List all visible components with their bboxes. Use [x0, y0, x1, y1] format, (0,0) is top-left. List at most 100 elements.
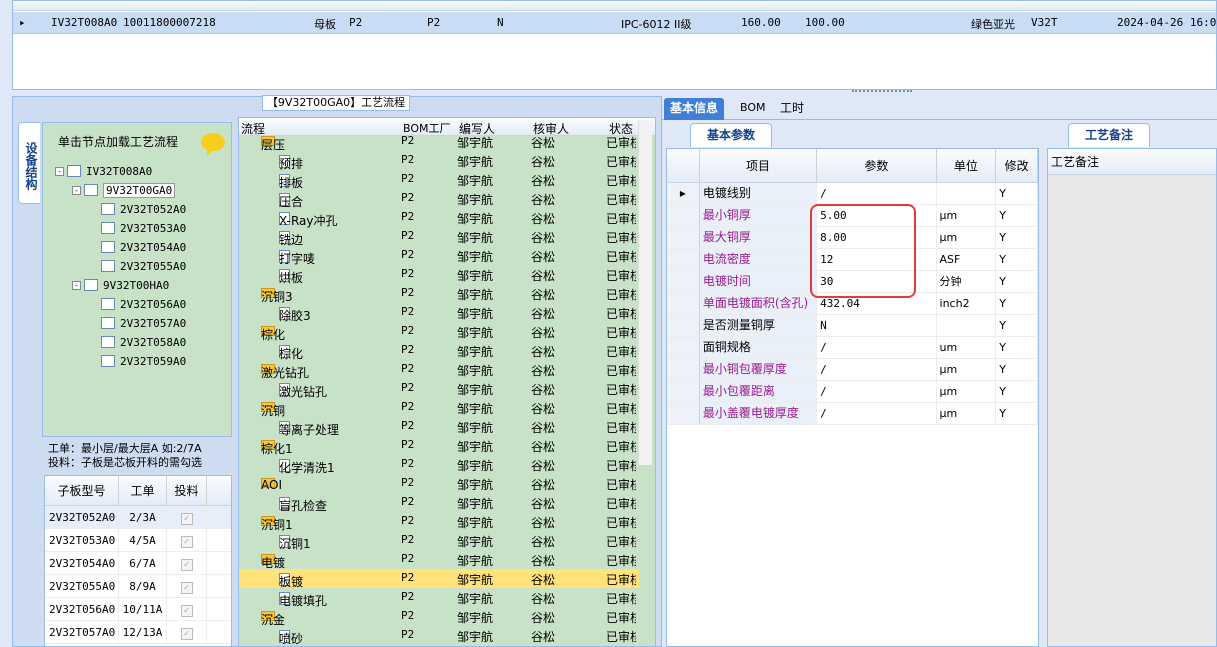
table-row[interactable]: 2V32T055A0 8/9A ✓ — [45, 575, 231, 598]
collapse-toggle-icon[interactable]: - — [72, 280, 81, 290]
process-row[interactable]: 铣边P2邹宇航谷松已审核 — [239, 227, 639, 247]
tab-basic-params[interactable]: 基本参数 — [690, 123, 773, 147]
tree-node[interactable]: - 9V32T00GA0 — [72, 182, 176, 198]
tab-work-hours[interactable]: 工时 — [774, 98, 810, 120]
subboard-grid-header: 子板型号 工单 投料 — [45, 476, 231, 506]
col-feed[interactable]: 投料 — [167, 476, 207, 505]
cell-param-value[interactable]: / — [817, 337, 937, 358]
process-row[interactable]: 激光钻孔P2邹宇航谷松已审核 — [239, 379, 639, 399]
process-row[interactable]: AOI P2 邹宇航 谷松 已审核 — [239, 474, 639, 493]
cell-modify: Y — [996, 359, 1038, 380]
collapse-toggle-icon[interactable]: - — [72, 185, 81, 195]
tree-node[interactable]: 2V32T057A0 — [89, 315, 186, 331]
checkbox[interactable]: ✓ — [180, 513, 193, 525]
cell-unit: inch2 — [937, 293, 997, 314]
tree-node[interactable]: 2V32T056A0 — [89, 296, 186, 312]
process-row[interactable]: 电镀填孔P2邹宇航谷松已审核 — [239, 588, 639, 608]
process-row[interactable]: 喷砂 P2 邹宇航 谷松 已审核 — [239, 626, 639, 646]
process-row[interactable]: 压合P2邹宇航谷松已审核 — [239, 189, 639, 209]
process-row[interactable]: 等离子处理P2邹宇航谷松已审核 — [239, 417, 639, 437]
cell-writer: 邹宇航 — [457, 497, 494, 511]
param-row[interactable]: 最小包覆距离 / μm Y — [667, 381, 1038, 403]
cell-number: 10011800007218 — [123, 16, 216, 29]
col-order[interactable]: 工单 — [119, 476, 167, 505]
top-grid-row[interactable]: ▸ IV32T008A0 10011800007218 母板 P2 P2 N I… — [13, 12, 1217, 34]
cell-subboard-model: 2V32T055A0 — [45, 575, 119, 597]
tree-node[interactable]: 2V32T055A0 — [89, 258, 186, 274]
process-scrollbar[interactable] — [638, 120, 652, 465]
col-param[interactable]: 参数 — [817, 149, 937, 182]
cell-item: 是否测量铜厚 — [699, 315, 818, 336]
cell-status: 已审核 — [606, 554, 636, 568]
table-row[interactable]: 2V32T054A0 6/7A ✓ — [45, 552, 231, 575]
process-row[interactable]: 盲孔检查P2邹宇航谷松已审核 — [239, 493, 639, 513]
col-modify[interactable]: 修改 — [996, 149, 1038, 182]
param-row[interactable]: 面铜规格 / um Y — [667, 337, 1038, 359]
process-row[interactable]: 棕化1P2邹宇航谷松已审核 — [239, 436, 639, 456]
tree-node-label: 2V32T059A0 — [120, 354, 187, 368]
tab-bom[interactable]: BOM — [734, 98, 772, 120]
process-row[interactable]: 棕化P2邹宇航谷松已审核 — [239, 341, 639, 361]
cell-param-value[interactable]: N — [817, 315, 937, 336]
cell-param-value[interactable]: / — [817, 359, 937, 380]
process-row[interactable]: 沉铜1P2邹宇航谷松已审核 — [239, 512, 639, 532]
cell-param-value[interactable]: / — [817, 183, 937, 204]
col-unit[interactable]: 单位 — [937, 149, 997, 182]
row-indicator — [667, 315, 700, 336]
process-row[interactable]: 沉金P2邹宇航谷松已审核 — [239, 607, 639, 627]
tree-node[interactable]: - IV32T008A0 — [55, 163, 152, 179]
col-subboard-model[interactable]: 子板型号 — [45, 476, 119, 505]
process-row[interactable]: 打字唛P2邹宇航谷松已审核 — [239, 246, 639, 266]
param-row[interactable]: 最小盖覆电镀厚度 / μm Y — [667, 403, 1038, 425]
tree-node[interactable]: 2V32T058A0 — [89, 334, 186, 350]
process-row[interactable]: 层压P2邹宇航谷松已审核 — [239, 132, 639, 152]
chat-bubble-icon[interactable] — [201, 133, 225, 156]
tree-node[interactable]: - 9V32T00HA0 — [72, 277, 169, 293]
tab-process-remark[interactable]: 工艺备注 — [1068, 123, 1151, 147]
col-item[interactable]: 项目 — [700, 149, 818, 182]
param-row[interactable]: ▸ 电镀线别 / Y — [667, 183, 1038, 205]
cell-param-value[interactable]: / — [817, 403, 937, 424]
tree-node[interactable]: 2V32T052A0 — [89, 201, 186, 217]
cell-subboard-model: 2V32T052A0 — [45, 506, 119, 528]
process-row[interactable]: 沉铜1P2邹宇航谷松已审核 — [239, 531, 639, 551]
param-row[interactable]: 是否测量铜厚 N Y — [667, 315, 1038, 337]
tab-equipment-structure[interactable]: 设备结构 — [18, 122, 40, 204]
collapse-toggle-icon[interactable]: - — [55, 166, 64, 176]
table-row[interactable]: 2V32T057A0 12/13A ✓ — [45, 621, 231, 644]
process-row[interactable]: 沉铜3P2邹宇航谷松已审核 — [239, 284, 639, 304]
hint-text: 工单：最小层/最大层A 如:2/7A 投料：子板是芯板开料的需勾选 — [48, 442, 234, 470]
tab-basic-info[interactable]: 基本信息 — [664, 98, 725, 120]
process-row[interactable]: X-Ray冲孔P2邹宇航谷松已审核 — [239, 208, 639, 228]
param-row[interactable]: 最小铜包覆厚度 / μm Y — [667, 359, 1038, 381]
cell-bom: P2 — [401, 210, 415, 223]
checkbox[interactable]: ✓ — [180, 536, 193, 548]
checkbox[interactable]: ✓ — [180, 582, 193, 594]
process-row[interactable]: 板镀P2邹宇航谷松已审核 — [239, 569, 639, 589]
cell-param-value[interactable]: / — [817, 381, 937, 402]
process-row[interactable]: 烘板P2邹宇航谷松已审核 — [239, 265, 639, 285]
cell-unit: μm — [937, 205, 997, 226]
cell-bom: P2 — [401, 191, 415, 204]
table-row[interactable]: 2V32T056A0 10/11A ✓ — [45, 598, 231, 621]
process-row[interactable]: 沉铜P2邹宇航谷松已审核 — [239, 398, 639, 418]
tree-node[interactable]: 2V32T054A0 — [89, 239, 186, 255]
cell-writer: 邹宇航 — [457, 136, 494, 150]
checkbox[interactable]: ✓ — [180, 605, 193, 617]
process-row[interactable]: 预排P2邹宇航谷松已审核 — [239, 151, 639, 171]
checkbox[interactable]: ✓ — [180, 559, 193, 571]
process-row[interactable]: 激光钻孔P2邹宇航谷松已审核 — [239, 360, 639, 380]
table-row[interactable]: 2V32T053A0 4/5A ✓ — [45, 529, 231, 552]
process-row[interactable]: 棕化P2邹宇航谷松已审核 — [239, 322, 639, 342]
tree-node[interactable]: 2V32T053A0 — [89, 220, 186, 236]
cell-bom: P2 — [401, 324, 415, 337]
table-row[interactable]: 2V32T052A0 2/3A ✓ — [45, 506, 231, 529]
process-row[interactable]: 化学清洗1P2邹宇航谷松已审核 — [239, 455, 639, 475]
process-row[interactable]: 排板P2邹宇航谷松已审核 — [239, 170, 639, 190]
cell-status: 已审核 — [606, 288, 636, 302]
tree-node[interactable]: 2V32T059A0 — [89, 353, 186, 369]
process-row[interactable]: 除胶3P2邹宇航谷松已审核 — [239, 303, 639, 323]
process-row[interactable]: 电镀P2邹宇航谷松已审核 — [239, 550, 639, 570]
checkbox[interactable]: ✓ — [180, 628, 193, 640]
cell-writer: 邹宇航 — [457, 611, 494, 625]
